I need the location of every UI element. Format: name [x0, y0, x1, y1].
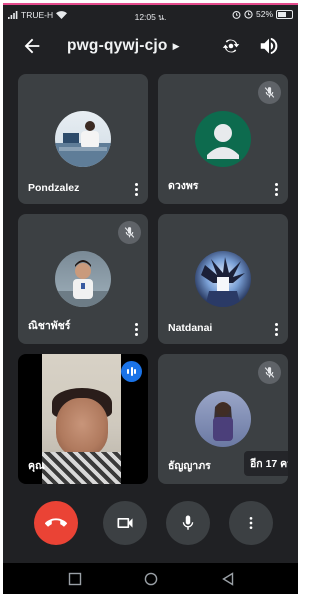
participant-tile-pondzalez[interactable]: Pondzalez — [18, 74, 148, 204]
participant-name: คุณ — [28, 460, 45, 472]
meeting-code: pwg-qywj-cjo — [67, 37, 168, 54]
mic-off-icon — [118, 221, 141, 244]
avatar — [195, 391, 251, 447]
more-vert-icon — [249, 517, 253, 529]
battery-percent: 52% — [255, 9, 273, 19]
meeting-title[interactable]: pwg-qywj-cjo ▶ — [67, 37, 180, 55]
more-vert-icon[interactable] — [269, 178, 283, 200]
self-video-feed — [42, 354, 121, 484]
mic-off-icon — [258, 81, 281, 104]
avatar — [55, 251, 111, 307]
camera-toggle-button[interactable] — [103, 501, 147, 545]
avatar — [195, 251, 251, 307]
speaker-icon[interactable] — [258, 35, 280, 57]
status-bar: TRUE-H 12:05 น. 52% — [3, 6, 298, 24]
home-circle-icon[interactable] — [144, 572, 158, 586]
mic-off-icon — [258, 361, 281, 384]
participant-name: Natdanai — [168, 322, 213, 334]
more-vert-icon[interactable] — [129, 178, 143, 200]
chevron-right-icon: ▶ — [172, 40, 180, 51]
avatar-default-icon — [195, 111, 251, 167]
participant-photo — [55, 121, 111, 167]
back-arrow-icon[interactable] — [21, 35, 43, 57]
participant-name: ดวงพร — [168, 180, 199, 192]
participant-photo — [201, 257, 245, 307]
avatar — [55, 111, 111, 167]
back-triangle-icon[interactable] — [221, 572, 235, 586]
app-bar: pwg-qywj-cjo ▶ — [3, 27, 298, 65]
top-accent-line — [3, 3, 298, 5]
recents-square-icon[interactable] — [68, 572, 82, 586]
more-vert-icon[interactable] — [129, 318, 143, 340]
participant-tile-natdanai[interactable]: Natdanai — [158, 214, 288, 344]
clock-icon — [244, 9, 253, 19]
participant-name: ณิชาพัชร์ — [28, 320, 71, 332]
more-vert-icon[interactable] — [269, 318, 283, 340]
mic-toggle-button[interactable] — [166, 501, 210, 545]
participant-tile-self[interactable]: คุณ — [18, 354, 148, 484]
videocam-icon — [117, 518, 133, 528]
hang-up-button[interactable] — [34, 501, 78, 545]
participant-name: ธัญญาภร — [168, 460, 211, 472]
phone-screen: TRUE-H 12:05 น. 52% pwg-qywj-cjo ▶ Pondz… — [3, 3, 298, 594]
alarm-icon — [232, 10, 241, 19]
participant-photo — [55, 260, 111, 307]
mic-icon — [182, 515, 194, 530]
status-right: 52% — [232, 9, 293, 19]
battery-icon — [276, 9, 293, 19]
switch-camera-icon[interactable] — [220, 35, 242, 57]
more-options-button[interactable] — [229, 501, 273, 545]
call-end-icon — [45, 518, 67, 527]
participant-tile-duangporn[interactable]: ดวงพร — [158, 74, 288, 204]
more-participants-count[interactable]: อีก 17 คน — [244, 451, 288, 476]
participant-photo — [213, 402, 233, 441]
call-controls — [3, 501, 298, 551]
speaking-indicator-icon — [121, 361, 142, 382]
participant-name: Pondzalez — [28, 182, 80, 194]
participant-tile-thanyaporn[interactable]: ธัญญาภร อีก 17 คน — [158, 354, 288, 484]
participant-tile-nichaphat[interactable]: ณิชาพัชร์ — [18, 214, 148, 344]
system-nav-bar — [3, 563, 298, 594]
